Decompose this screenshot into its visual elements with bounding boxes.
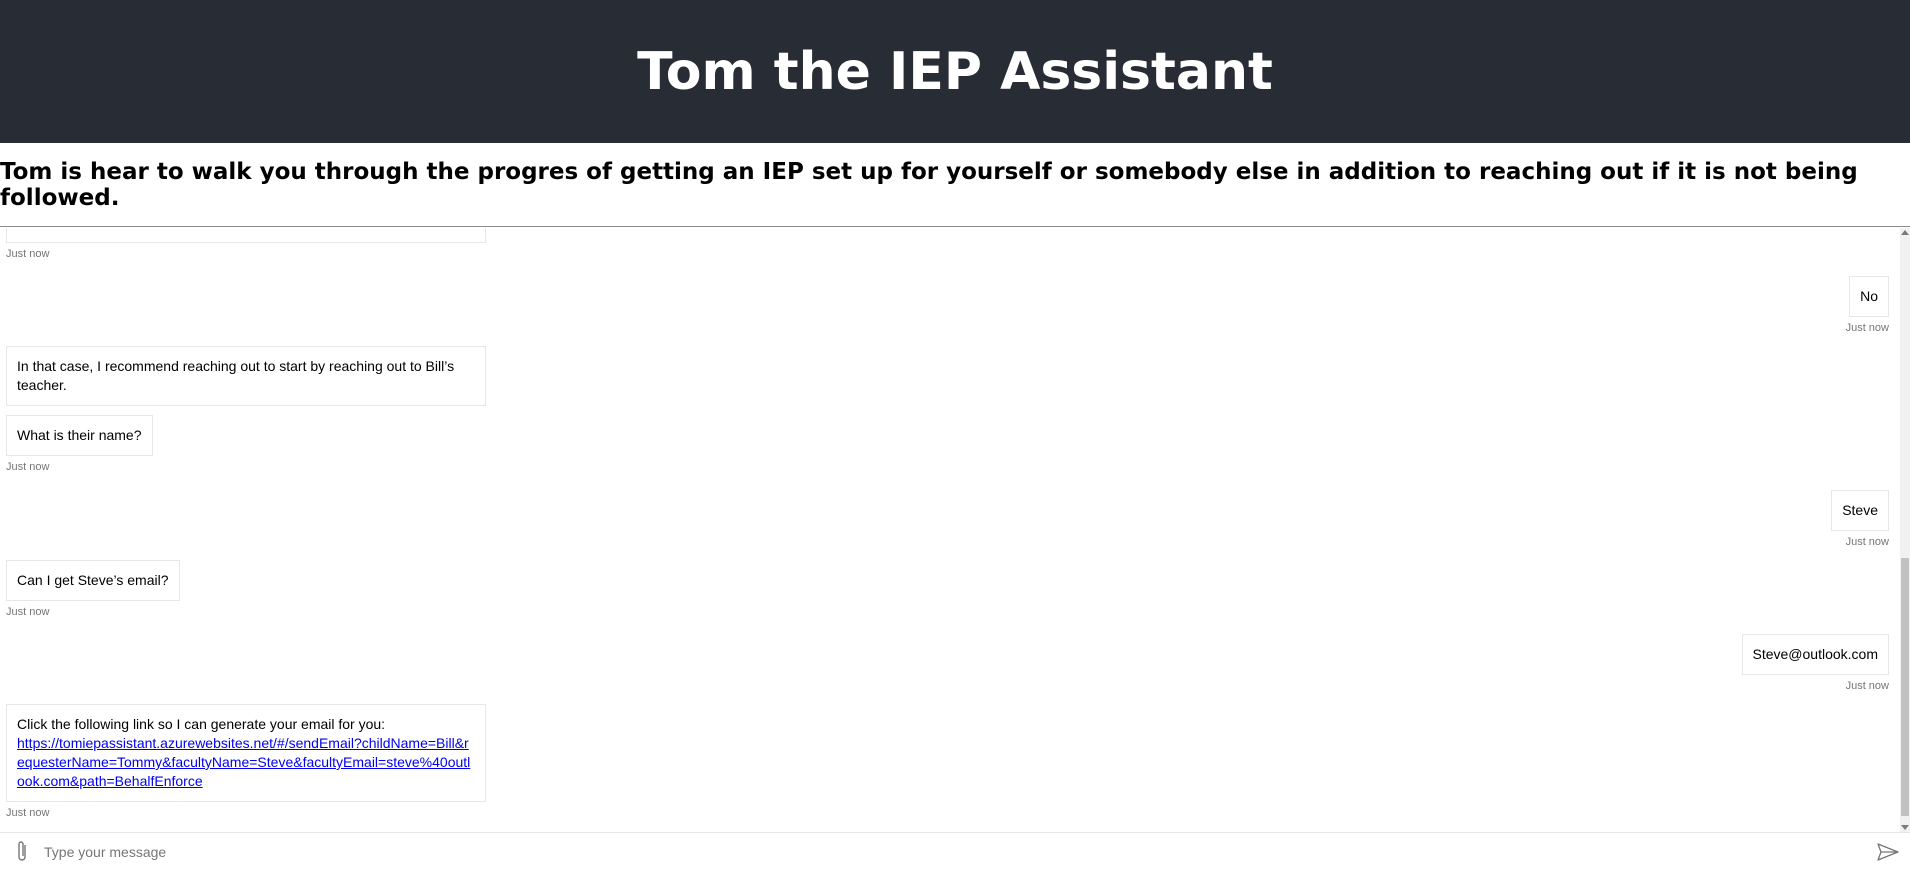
send-email-link[interactable]: https://tomiepassistant.azurewebsites.ne… xyxy=(17,735,470,789)
message-timestamp: Just now xyxy=(6,807,50,819)
scrollbar-thumb[interactable] xyxy=(1901,558,1909,816)
scroll-up-arrow-icon[interactable] xyxy=(1901,230,1909,235)
scroll-down-arrow-icon[interactable] xyxy=(1901,825,1909,830)
message-composer xyxy=(0,832,1910,870)
bot-message-bubble: What is their name? xyxy=(6,415,153,456)
send-button[interactable] xyxy=(1866,833,1910,871)
message-text: Click the following link so I can genera… xyxy=(17,716,386,732)
chat-scrollbar[interactable] xyxy=(1900,228,1910,832)
message-item: Just now xyxy=(6,228,486,260)
bot-message-bubble: Click the following link so I can genera… xyxy=(6,704,486,802)
bot-message-bubble: Can I get Steve’s email? xyxy=(6,560,180,601)
message-list[interactable]: Just now No Just now In that case, I rec… xyxy=(0,228,1910,832)
page-title: Tom the IEP Assistant xyxy=(637,41,1273,102)
bot-message-bubble xyxy=(6,228,486,243)
message-item: Steve@outlook.com Just now xyxy=(1741,634,1889,692)
attach-button[interactable] xyxy=(0,833,44,871)
message-timestamp: Just now xyxy=(1845,536,1889,548)
user-message-bubble: Steve@outlook.com xyxy=(1741,634,1889,675)
intro-text: Tom is hear to walk you through the prog… xyxy=(0,158,1858,211)
message-timestamp: Just now xyxy=(6,461,50,473)
paperclip-icon xyxy=(18,840,26,861)
send-icon xyxy=(1877,842,1899,861)
message-item: Steve Just now xyxy=(1831,490,1889,548)
bot-message-bubble: In that case, I recommend reaching out t… xyxy=(6,346,486,406)
user-message-bubble: Steve xyxy=(1831,490,1889,531)
message-timestamp: Just now xyxy=(1845,322,1889,334)
intro-banner: Tom is hear to walk you through the prog… xyxy=(0,143,1910,227)
message-item: Can I get Steve’s email? Just now xyxy=(6,560,180,618)
app-header: Tom the IEP Assistant xyxy=(0,0,1910,143)
message-timestamp: Just now xyxy=(6,606,50,618)
message-item: What is their name? Just now xyxy=(6,415,153,473)
message-item: No Just now xyxy=(1846,276,1889,334)
user-message-bubble: No xyxy=(1849,276,1889,317)
message-timestamp: Just now xyxy=(6,248,50,260)
message-item: Click the following link so I can genera… xyxy=(6,704,486,819)
message-input[interactable] xyxy=(44,833,1866,870)
message-timestamp: Just now xyxy=(1845,680,1889,692)
message-item: In that case, I recommend reaching out t… xyxy=(6,346,486,406)
